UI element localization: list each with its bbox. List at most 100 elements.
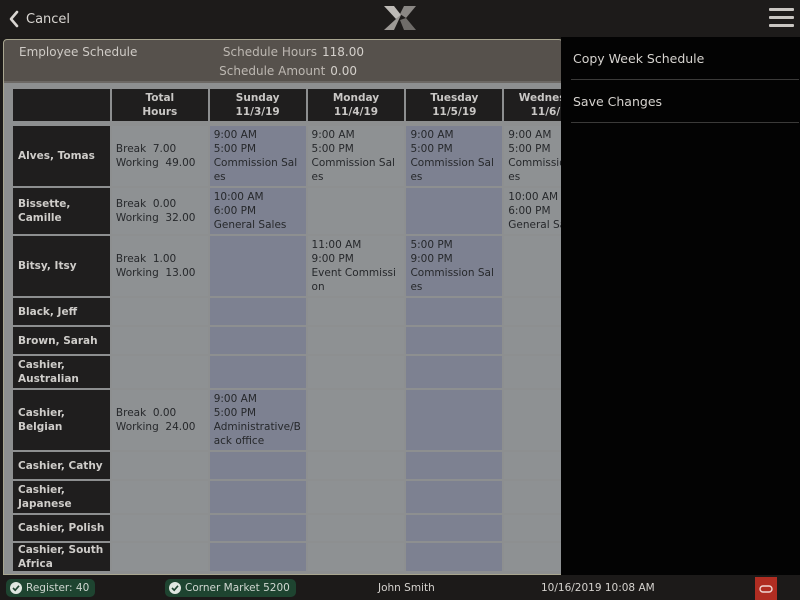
employee-name[interactable]: Bitsy, Itsy bbox=[13, 236, 110, 296]
shift-cell[interactable] bbox=[307, 543, 405, 571]
corner-header bbox=[13, 89, 110, 121]
working-hours: Working 24.00 bbox=[115, 421, 196, 433]
shift-cell[interactable]: 9:00 AM 5:00 PM Commission Sales bbox=[307, 126, 405, 186]
store-label: Corner Market 5200 bbox=[185, 582, 290, 594]
shift-cell[interactable]: 5:00 PM 9:00 PM Commission Sales bbox=[406, 236, 503, 296]
shift-cell[interactable] bbox=[209, 481, 306, 513]
shift-cell[interactable] bbox=[307, 481, 405, 513]
menu-item-copy-week-schedule[interactable]: Copy Week Schedule bbox=[571, 37, 799, 80]
shift-cell[interactable] bbox=[209, 515, 306, 541]
employee-name[interactable]: Brown, Sarah bbox=[13, 327, 110, 354]
shift-cell[interactable] bbox=[307, 452, 405, 479]
shift-cell[interactable] bbox=[209, 356, 306, 388]
hamburger-menu-button[interactable] bbox=[769, 8, 794, 30]
employee-row: Brown, Sarah bbox=[13, 327, 562, 354]
total-hours-header: Total Hours bbox=[111, 89, 208, 121]
shift-cell[interactable] bbox=[406, 327, 503, 354]
total-hours-cell bbox=[111, 543, 208, 571]
header-line2: Hours bbox=[142, 106, 178, 118]
shift-cell[interactable] bbox=[209, 452, 306, 479]
shift-cell[interactable] bbox=[504, 356, 562, 388]
shift-cell[interactable] bbox=[406, 452, 503, 479]
shift-cell[interactable] bbox=[504, 515, 562, 541]
shift-cell[interactable] bbox=[307, 298, 405, 325]
break-hours: Break 7.00 bbox=[115, 143, 177, 155]
shift-cell[interactable] bbox=[406, 390, 503, 450]
shift-details: 9:00 AM 5:00 PM Commission Sales bbox=[311, 129, 395, 183]
oracle-logo-button[interactable] bbox=[755, 577, 777, 600]
total-hours-cell bbox=[111, 452, 208, 479]
cancel-button[interactable]: Cancel bbox=[8, 8, 70, 30]
shift-cell[interactable] bbox=[209, 298, 306, 325]
hamburger-icon-bar bbox=[769, 16, 794, 19]
working-hours: Working 49.00 bbox=[115, 157, 196, 169]
shift-details: 10:00 AM 6:00 PM General Sales bbox=[213, 191, 287, 231]
employee-row: Cashier, Polish bbox=[13, 515, 562, 541]
menu-item-save-changes[interactable]: Save Changes bbox=[571, 80, 799, 123]
employee-name[interactable]: Cashier, Australian bbox=[13, 356, 110, 388]
shift-cell[interactable]: 10:00 AM 6:00 PM General Sales bbox=[209, 188, 306, 234]
shift-cell[interactable]: 10:00 AM 6:00 PM General Sales bbox=[504, 188, 562, 234]
shift-cell[interactable] bbox=[406, 481, 503, 513]
shift-cell[interactable] bbox=[504, 236, 562, 296]
oracle-logo-icon bbox=[759, 584, 773, 593]
shift-cell[interactable] bbox=[307, 327, 405, 354]
menu-item-label: Save Changes bbox=[573, 93, 663, 109]
employee-name[interactable]: Cashier, Japanese bbox=[13, 481, 110, 513]
shift-cell[interactable]: 11:00 AM 9:00 PM Event Commission bbox=[307, 236, 405, 296]
shift-details: 9:00 AM 5:00 PM Administrative/Back offi… bbox=[213, 393, 301, 447]
shift-cell[interactable] bbox=[307, 515, 405, 541]
shift-details: 9:00 AM 5:00 PM Commission Sales bbox=[213, 129, 298, 183]
employee-name[interactable]: Alves, Tomas bbox=[13, 126, 110, 186]
employee-name[interactable]: Cashier, Polish bbox=[13, 515, 110, 541]
employee-schedule-panel: Employee Schedule Schedule Hours 118.00 S… bbox=[3, 39, 563, 575]
shift-cell[interactable] bbox=[406, 543, 503, 571]
employee-name[interactable]: Cashier, Belgian bbox=[13, 390, 110, 450]
shift-details: 10:00 AM 6:00 PM General Sales bbox=[508, 191, 562, 231]
shift-cell[interactable]: 9:00 AM 5:00 PM Administrative/Back offi… bbox=[209, 390, 306, 450]
shift-cell[interactable] bbox=[307, 390, 405, 450]
shift-cell[interactable] bbox=[209, 327, 306, 354]
shift-cell[interactable] bbox=[209, 543, 306, 571]
employee-name[interactable]: Black, Jeff bbox=[13, 298, 110, 325]
employee-name[interactable]: Cashier, South Africa bbox=[13, 543, 110, 571]
shift-cell[interactable] bbox=[406, 515, 503, 541]
gap-cell bbox=[13, 123, 562, 124]
shift-cell[interactable] bbox=[504, 327, 562, 354]
total-hours-cell: Break 0.00 Working 24.00 bbox=[111, 390, 208, 450]
shift-cell[interactable] bbox=[504, 481, 562, 513]
employee-name[interactable]: Bissette, Camille bbox=[13, 188, 110, 234]
shift-cell[interactable]: 9:00 AM 5:00 PM Commission Sales bbox=[504, 126, 562, 186]
date-time: 10/16/2019 10:08 AM bbox=[541, 582, 655, 594]
header-line1: Total bbox=[145, 92, 175, 104]
shift-cell[interactable] bbox=[307, 188, 405, 234]
employee-row: Alves, Tomas Break 7.00 Working 49.00 9:00 … bbox=[13, 126, 562, 186]
top-bar: Cancel bbox=[0, 0, 800, 37]
schedule-amount-value: 0.00 bbox=[330, 64, 357, 78]
shift-cell[interactable] bbox=[504, 390, 562, 450]
shift-cell[interactable]: 9:00 AM 5:00 PM Commission Sales bbox=[406, 126, 503, 186]
schedule-hours: Schedule Hours 118.00 bbox=[223, 45, 364, 59]
shift-cell[interactable] bbox=[209, 236, 306, 296]
register-status-badge: Register: 40 bbox=[6, 579, 96, 597]
cancel-label: Cancel bbox=[26, 11, 71, 27]
shift-cell[interactable] bbox=[504, 452, 562, 479]
employee-row: Black, Jeff bbox=[13, 298, 562, 325]
shift-details: 5:00 PM 9:00 PM Commission Sales bbox=[410, 239, 494, 293]
shift-cell[interactable] bbox=[406, 188, 503, 234]
shift-cell[interactable] bbox=[504, 298, 562, 325]
shift-cell[interactable] bbox=[406, 356, 503, 388]
chevron-left-icon bbox=[9, 10, 19, 28]
employee-row: Cashier, Belgian Break 0.00 Working 24.00 9… bbox=[13, 390, 562, 450]
header-gap bbox=[13, 123, 562, 124]
status-bar: Register: 40 Corner Market 5200 John Smi… bbox=[0, 575, 800, 600]
employee-row: Cashier, South Africa bbox=[13, 543, 562, 571]
store-status-badge: Corner Market 5200 bbox=[165, 579, 296, 597]
shift-cell[interactable] bbox=[504, 543, 562, 571]
shift-cell[interactable] bbox=[406, 298, 503, 325]
shift-cell[interactable]: 9:00 AM 5:00 PM Commission Sales bbox=[209, 126, 306, 186]
employee-name[interactable]: Cashier, Cathy bbox=[13, 452, 110, 479]
schedule-table: Total Hours Sunday 11/3/19 Monday 11/4/19 Tues… bbox=[11, 87, 562, 573]
shift-cell[interactable] bbox=[307, 356, 405, 388]
x-logo-icon bbox=[384, 6, 416, 30]
